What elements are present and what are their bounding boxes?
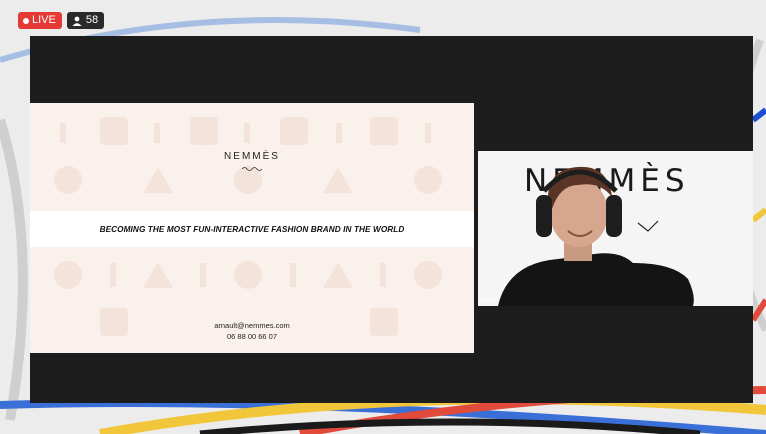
slide-logo: NEMMÈS — [224, 151, 280, 162]
slide-tagline: BECOMING THE MOST FUN-INTERACTIVE FASHIO… — [99, 224, 405, 234]
tagline-band: BECOMING THE MOST FUN-INTERACTIVE FASHIO… — [30, 211, 474, 247]
live-label: LIVE — [32, 14, 56, 26]
live-dot-icon — [23, 17, 29, 24]
logo-wave-icon — [242, 167, 262, 171]
viewer-count-badge: 58 — [66, 12, 105, 29]
person-icon — [72, 16, 82, 26]
slide-contact: arnault@nemmes.com 06 88 00 66 07 — [30, 320, 474, 342]
participant-video — [498, 166, 694, 306]
live-badge: LIVE — [18, 12, 62, 29]
contact-email: arnault@nemmes.com — [214, 321, 290, 330]
shared-slide: NEMMÈS BECOMING THE MOST FUN-INTERACTIVE… — [30, 103, 474, 353]
stream-status-badges: LIVE 58 — [18, 12, 105, 29]
participant-camera: NEMMÈS Arnault — [478, 151, 753, 306]
viewer-count: 58 — [85, 14, 99, 26]
participant-name-label: Arnault — [481, 297, 497, 303]
contact-phone: 06 88 00 66 07 — [226, 332, 278, 341]
